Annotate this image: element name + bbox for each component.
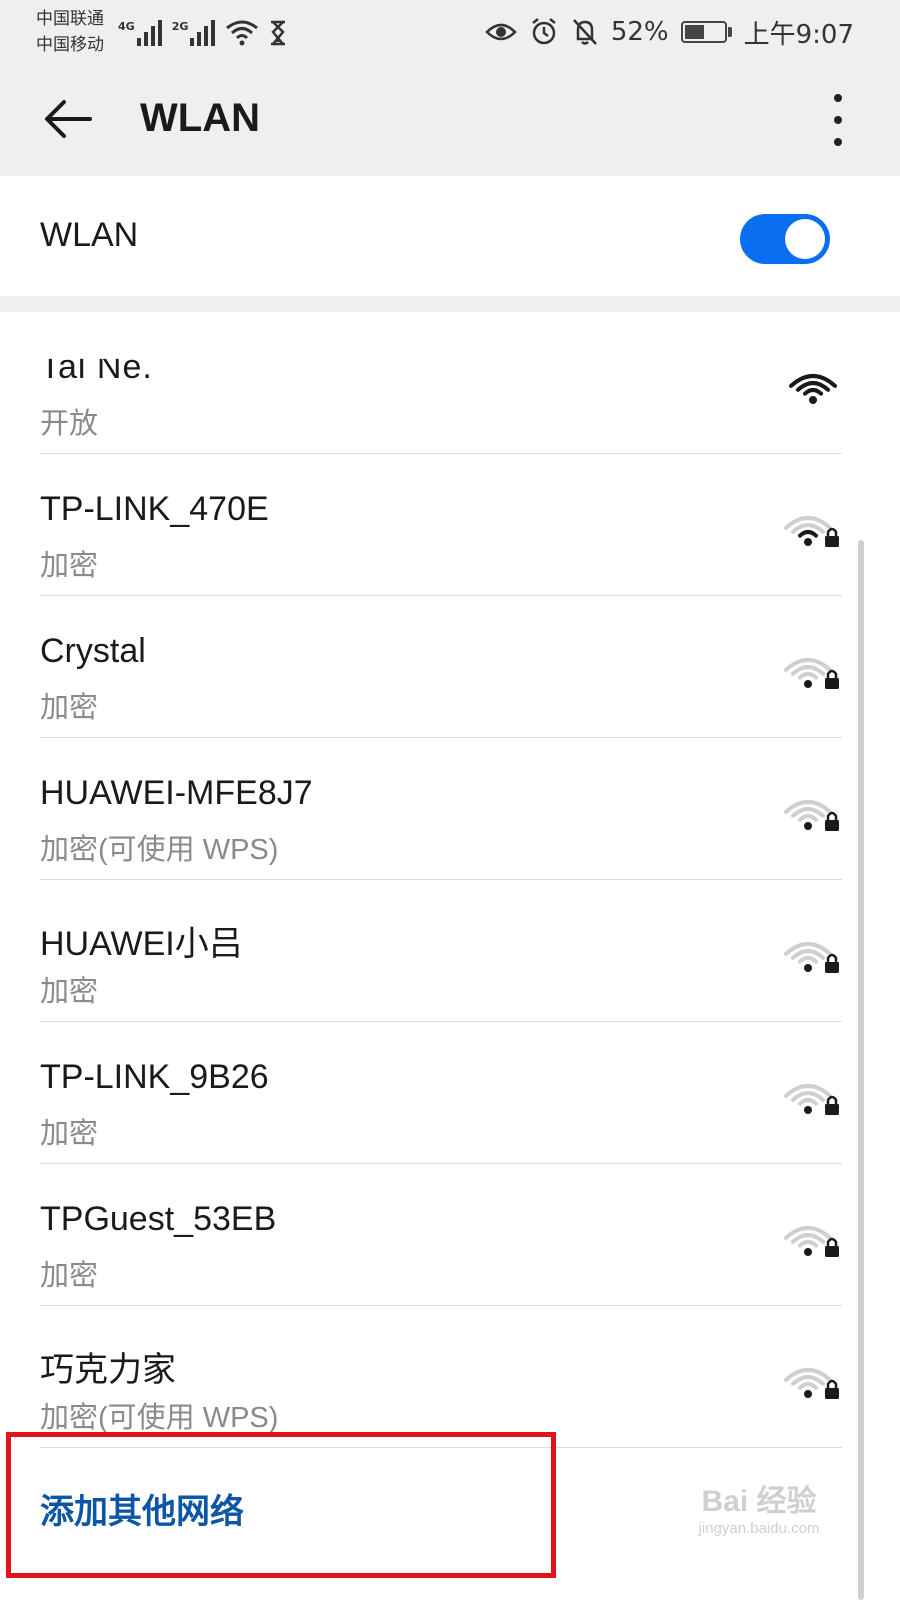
section-divider <box>0 296 900 312</box>
wlan-toggle-switch[interactable] <box>740 214 830 264</box>
network-security: 加密(可使用 WPS) <box>40 1402 279 1434</box>
network-name: Tal Ne. <box>40 348 153 386</box>
wifi-locked-icon <box>784 1084 839 1115</box>
wifi-locked-icon <box>784 658 839 689</box>
toggle-knob <box>785 219 825 259</box>
alarm-icon <box>532 18 556 45</box>
network-security: 加密(可使用 WPS) <box>40 834 279 866</box>
battery-percent: 52% <box>610 17 669 47</box>
eye-icon <box>485 23 517 41</box>
hourglass-icon <box>271 20 286 46</box>
app-bar: WLAN <box>0 64 900 176</box>
network-security: 加密 <box>40 976 99 1008</box>
carrier-1: 中国联通 <box>36 9 104 29</box>
status-left-icons: 4G 2G <box>118 10 287 46</box>
network-1: 4G <box>118 18 162 46</box>
watermark-logo: Bai 经验 <box>701 1485 817 1518</box>
wifi-locked-icon <box>784 800 839 831</box>
clock: 上午9:07 <box>743 19 854 50</box>
network-type-1: 4G <box>118 20 135 33</box>
network-security: 加密 <box>40 1260 99 1292</box>
network-item[interactable]: TP-LINK_9B26 加密 <box>0 1022 900 1164</box>
network-name: TPGuest_53EB <box>40 1200 277 1238</box>
network-name: TP-LINK_9B26 <box>40 1058 269 1096</box>
network-type-2: 2G <box>171 20 189 33</box>
carrier-2: 中国移动 <box>36 35 104 55</box>
network-list[interactable]: 添加其他网络 Tal Ne. 开放 TP-LINK_470E 加密 Crystal 加密 H… <box>0 312 900 1600</box>
network-item[interactable]: Tal Ne. 开放 <box>0 312 900 454</box>
network-name: HUAWEI小吕 <box>40 925 243 963</box>
wifi-locked-icon <box>784 1368 839 1399</box>
network-2: 2G <box>172 18 216 46</box>
signal-icon <box>136 18 162 46</box>
battery-icon <box>680 21 732 43</box>
status-bar: 中国联通 中国移动 4G 2G 52% 上午9:07 <box>0 0 900 64</box>
bell-off-icon <box>572 19 597 45</box>
status-right-icons: 52% 上午9:07 <box>485 12 854 52</box>
wlan-toggle-label: WLAN <box>40 216 139 254</box>
network-security: 加密 <box>40 550 99 582</box>
network-item[interactable]: 巧克力家加密(可使用 WPS) <box>0 1306 900 1448</box>
wifi-icon <box>789 374 837 404</box>
network-item[interactable]: TP-LINK_470E 加密 <box>0 454 900 596</box>
network-item[interactable]: TPGuest_53EB 加密 <box>0 1164 900 1306</box>
highlight-annotation <box>6 1432 556 1578</box>
wlan-toggle-row[interactable]: WLAN <box>0 176 900 296</box>
network-name: HUAWEI-MFE8J7 <box>40 774 313 812</box>
wifi-locked-icon <box>784 942 839 973</box>
wifi-locked-icon <box>784 516 839 547</box>
watermark: Bai 经验 jingyan.baidu.com <box>676 1476 842 1537</box>
page-title: WLAN <box>140 96 260 140</box>
more-vertical-icon[interactable] <box>826 94 850 146</box>
network-security: 加密 <box>40 1118 99 1150</box>
network-item[interactable]: HUAWEI小吕加密 <box>0 880 900 1022</box>
network-name: 巧克力家 <box>40 1351 176 1389</box>
network-item[interactable]: HUAWEI-MFE8J7 加密(可使用 WPS) <box>0 738 900 880</box>
arrow-left-icon[interactable] <box>40 94 96 144</box>
network-name: TP-LINK_470E <box>40 490 269 528</box>
carrier-labels: 中国联通 中国移动 <box>36 6 104 58</box>
network-security: 开放 <box>40 408 99 440</box>
network-name: Crystal <box>40 632 146 670</box>
signal-icon <box>190 18 216 46</box>
network-item[interactable]: Crystal 加密 <box>0 596 900 738</box>
battery-fill <box>684 25 705 39</box>
wifi-icon <box>226 20 259 46</box>
wifi-locked-icon <box>784 1226 839 1257</box>
network-security: 加密 <box>40 692 99 724</box>
watermark-url: jingyan.baidu.com <box>698 1520 820 1537</box>
